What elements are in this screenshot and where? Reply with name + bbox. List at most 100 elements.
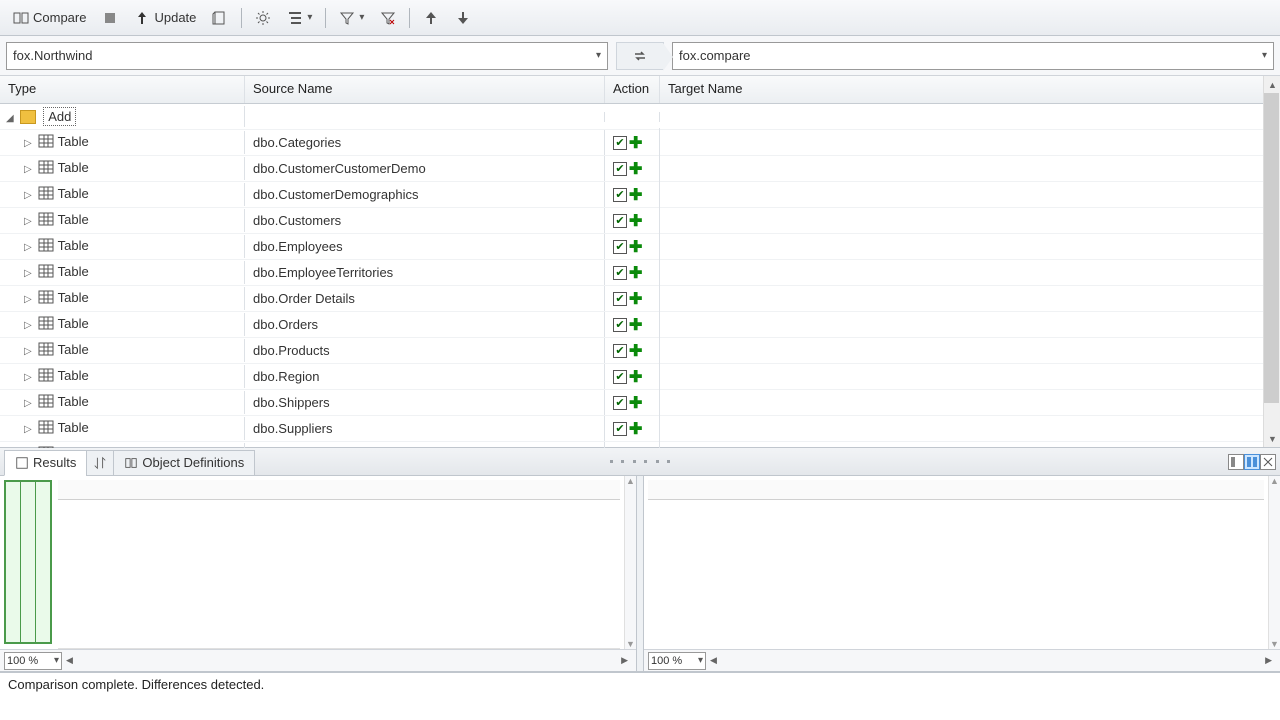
- source-select[interactable]: fox.Northwind ▾: [6, 42, 608, 70]
- action-checkbox[interactable]: ✔: [613, 396, 627, 410]
- arrow-up-icon: [423, 10, 439, 26]
- action-checkbox[interactable]: ✔: [613, 344, 627, 358]
- caret-right-icon[interactable]: ▷: [24, 372, 34, 383]
- tab-sort[interactable]: [86, 450, 114, 476]
- table-row[interactable]: ▷ Tabledbo.Region✔✚: [0, 364, 1280, 390]
- compare-label: Compare: [33, 10, 86, 25]
- options-button[interactable]: [248, 5, 278, 31]
- action-checkbox[interactable]: ✔: [613, 188, 627, 202]
- caret-right-icon[interactable]: ▷: [24, 138, 34, 149]
- chevron-down-icon: ▾: [1262, 50, 1267, 61]
- view-mode-buttons: [1228, 454, 1276, 470]
- tab-results[interactable]: Results: [4, 450, 87, 476]
- target-name: [660, 346, 1280, 356]
- scroll-left-icon[interactable]: ◀: [706, 655, 721, 666]
- caret-down-icon[interactable]: ◢: [6, 113, 16, 124]
- col-header-type[interactable]: Type: [0, 76, 245, 103]
- scroll-thumb[interactable]: [1264, 93, 1279, 403]
- caret-right-icon[interactable]: ▷: [24, 242, 34, 253]
- caret-right-icon[interactable]: ▷: [24, 294, 34, 305]
- script-icon: [212, 10, 228, 26]
- target-name: [660, 164, 1280, 174]
- caret-right-icon[interactable]: ▷: [24, 320, 34, 331]
- type-label: Table: [58, 160, 89, 175]
- table-row[interactable]: ▷ Tabledbo.Employees✔✚: [0, 234, 1280, 260]
- scroll-left-icon[interactable]: ◀: [62, 655, 77, 666]
- table-row[interactable]: ▷ Tabledbo.CustomerDemographics✔✚: [0, 182, 1280, 208]
- scroll-down-icon[interactable]: ▼: [1270, 639, 1279, 649]
- action-checkbox[interactable]: ✔: [613, 292, 627, 306]
- gear-icon: [255, 10, 271, 26]
- action-checkbox[interactable]: ✔: [613, 422, 627, 436]
- scroll-up-icon[interactable]: ▲: [1270, 476, 1279, 486]
- action-checkbox[interactable]: ✔: [613, 318, 627, 332]
- action-checkbox[interactable]: ✔: [613, 162, 627, 176]
- col-header-source[interactable]: Source Name: [245, 76, 605, 103]
- caret-right-icon[interactable]: ▷: [24, 424, 34, 435]
- view-left-button[interactable]: [1228, 454, 1244, 470]
- group-row[interactable]: ◢ Add: [0, 104, 1280, 130]
- target-select[interactable]: fox.compare ▾: [672, 42, 1274, 70]
- table-row[interactable]: ▷ Tabledbo.Products✔✚: [0, 338, 1280, 364]
- tab-object-definitions[interactable]: Object Definitions: [113, 450, 255, 476]
- table-row[interactable]: ▷ Tabledbo.Order Details✔✚: [0, 286, 1280, 312]
- group-button[interactable]: ▾: [280, 5, 319, 31]
- caret-right-icon[interactable]: ▷: [24, 164, 34, 175]
- group-label: Add: [43, 107, 76, 126]
- scroll-down-icon[interactable]: ▼: [1264, 430, 1280, 447]
- next-diff-button[interactable]: [448, 5, 478, 31]
- table-icon: [38, 264, 54, 281]
- table-row[interactable]: ▷ Tabledbo.EmployeeTerritories✔✚: [0, 260, 1280, 286]
- add-icon: ✚: [629, 263, 642, 283]
- source-name: dbo.Products: [245, 338, 605, 363]
- action-checkbox[interactable]: ✔: [613, 266, 627, 280]
- target-label: fox.compare: [679, 48, 751, 63]
- caret-right-icon[interactable]: ▷: [24, 216, 34, 227]
- source-name: dbo.CustomerCustomerDemo: [245, 156, 605, 181]
- vertical-splitter[interactable]: [636, 476, 644, 671]
- scroll-right-icon[interactable]: ▶: [1261, 655, 1276, 666]
- scroll-right-icon[interactable]: ▶: [617, 655, 632, 666]
- prev-diff-button[interactable]: [416, 5, 446, 31]
- caret-right-icon[interactable]: ▷: [24, 346, 34, 357]
- script-button[interactable]: [205, 5, 235, 31]
- filter-clear-button[interactable]: [373, 5, 403, 31]
- caret-right-icon[interactable]: ▷: [24, 190, 34, 201]
- caret-right-icon[interactable]: ▷: [24, 398, 34, 409]
- action-checkbox[interactable]: ✔: [613, 240, 627, 254]
- left-zoom-select[interactable]: 100 %▾: [4, 652, 62, 670]
- view-close-button[interactable]: [1260, 454, 1276, 470]
- action-checkbox[interactable]: ✔: [613, 370, 627, 384]
- scroll-up-icon[interactable]: ▲: [1264, 76, 1280, 93]
- swap-button[interactable]: [616, 42, 664, 70]
- col-header-target[interactable]: Target Name: [660, 76, 1280, 103]
- type-label: Table: [58, 212, 89, 227]
- separator: [325, 8, 326, 28]
- filter-button[interactable]: ▾: [332, 5, 371, 31]
- view-split-button[interactable]: [1244, 454, 1260, 470]
- group-icon: [287, 10, 303, 26]
- vertical-scrollbar[interactable]: ▲ ▼: [1263, 76, 1280, 447]
- grid-body[interactable]: ◢ Add ▷ Tabledbo.Categories✔✚▷ Tabledbo.…: [0, 104, 1280, 448]
- action-checkbox[interactable]: ✔: [613, 136, 627, 150]
- source-name: dbo.Customers: [245, 208, 605, 233]
- action-checkbox[interactable]: ✔: [613, 214, 627, 228]
- update-button[interactable]: Update: [127, 5, 203, 31]
- update-icon: [134, 10, 150, 26]
- splitter-grip[interactable]: [610, 460, 670, 464]
- table-row[interactable]: ▷ Tabledbo.Customers✔✚: [0, 208, 1280, 234]
- target-name: [660, 268, 1280, 278]
- col-header-action[interactable]: Action: [605, 76, 660, 103]
- table-row[interactable]: ▷ Tabledbo.Categories✔✚: [0, 130, 1280, 156]
- scroll-up-icon[interactable]: ▲: [626, 476, 635, 486]
- stop-button[interactable]: [95, 5, 125, 31]
- caret-right-icon[interactable]: ▷: [24, 268, 34, 279]
- target-name: [660, 398, 1280, 408]
- table-row[interactable]: ▷ Tabledbo.Suppliers✔✚: [0, 416, 1280, 442]
- right-zoom-select[interactable]: 100 %▾: [648, 652, 706, 670]
- table-row[interactable]: ▷ Tabledbo.Shippers✔✚: [0, 390, 1280, 416]
- scroll-down-icon[interactable]: ▼: [626, 639, 635, 649]
- compare-button[interactable]: Compare: [6, 5, 93, 31]
- table-row[interactable]: ▷ Tabledbo.CustomerCustomerDemo✔✚: [0, 156, 1280, 182]
- table-row[interactable]: ▷ Tabledbo.Orders✔✚: [0, 312, 1280, 338]
